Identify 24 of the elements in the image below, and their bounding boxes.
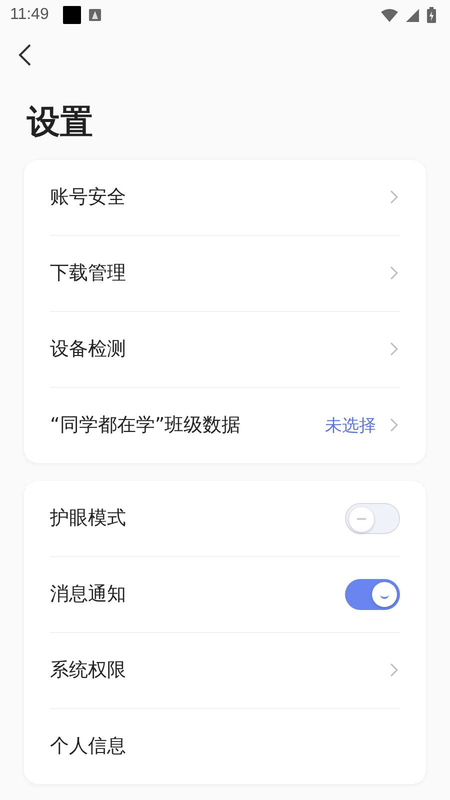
chevron-right-icon[interactable] xyxy=(390,190,398,204)
page-title: 设置 xyxy=(27,102,94,142)
signal-icon xyxy=(406,8,419,22)
setting-label[interactable]: 下载管理 xyxy=(50,260,390,286)
chevron-right-icon[interactable] xyxy=(390,266,398,280)
notification-icon xyxy=(62,6,81,24)
setting-label[interactable]: 设备检测 xyxy=(50,336,390,362)
chevron-right-icon[interactable] xyxy=(390,342,398,356)
chevron-right-icon[interactable] xyxy=(390,663,398,678)
toggle-switch[interactable] xyxy=(345,578,400,610)
setting-label[interactable]: 消息通知 xyxy=(50,581,345,608)
setting-label[interactable]: “同学都在学”班级数据 xyxy=(50,412,325,438)
app-notification-icon xyxy=(88,9,101,21)
setting-label[interactable]: 系统权限 xyxy=(50,657,390,684)
setting-label[interactable]: 账号安全 xyxy=(50,184,390,210)
status-time: 11:49 xyxy=(10,6,49,24)
setting-label[interactable]: 护眼模式 xyxy=(50,505,345,532)
wifi-icon xyxy=(381,8,398,22)
toggle-switch[interactable] xyxy=(345,502,400,534)
back-icon[interactable] xyxy=(18,43,32,67)
setting-value: 未选择 xyxy=(325,414,376,437)
battery-icon xyxy=(427,7,436,23)
setting-label[interactable]: 个人信息 xyxy=(50,733,400,760)
chevron-right-icon[interactable] xyxy=(390,418,398,432)
